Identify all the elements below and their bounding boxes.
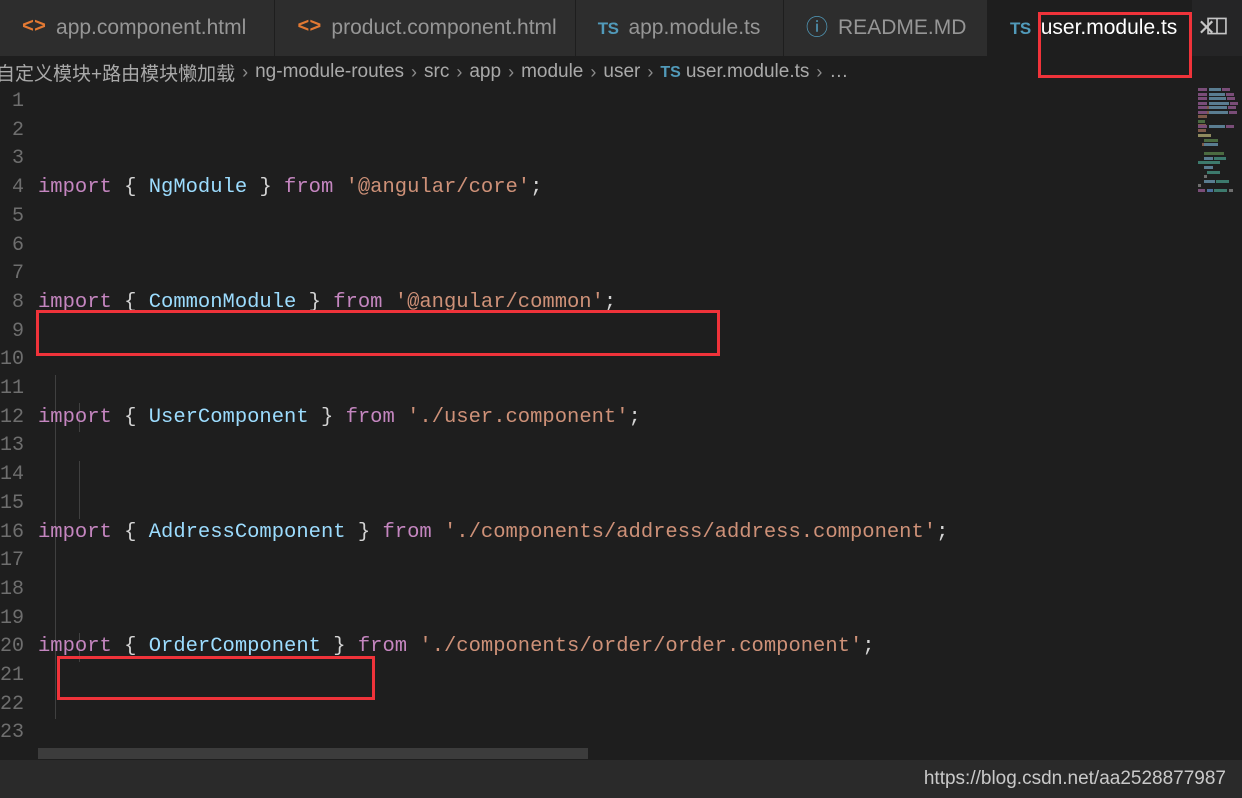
close-icon[interactable]: ✕ xyxy=(1197,17,1215,39)
line-number: 18 xyxy=(0,577,24,601)
minimap-line xyxy=(1198,138,1242,142)
footer-watermark-bar: https://blog.csdn.net/aa2528877987 xyxy=(0,760,1242,798)
tab-app-component-html[interactable]: <> app.component.html xyxy=(0,0,276,56)
line-number: 17 xyxy=(0,549,24,573)
minimap-line xyxy=(1198,88,1242,109)
tab-product-component-html[interactable]: <> product.component.html xyxy=(275,0,576,56)
minimap-content xyxy=(1198,88,1242,194)
line-number: 11 xyxy=(0,377,24,400)
minimap-line xyxy=(1198,175,1242,179)
breadcrumb-item-user[interactable]: user xyxy=(603,61,640,83)
html-tag-icon: <> xyxy=(22,16,47,39)
minimap-line xyxy=(1198,92,1242,114)
breadcrumb-item-overflow[interactable]: … xyxy=(829,61,848,83)
line-number: 6 xyxy=(11,233,24,257)
line-number: 23 xyxy=(0,721,24,745)
breadcrumb-item-project[interactable]: 自定义模块+路由模块懒加载 xyxy=(0,59,235,86)
breadcrumb-separator-icon: › xyxy=(590,61,597,82)
editor-tab-bar: <> app.component.html <> product.compone… xyxy=(0,0,1242,56)
code-line-2: import { CommonModule } from '@angular/c… xyxy=(38,290,617,314)
tab-user-module-ts[interactable]: TS user.module.ts ✕ xyxy=(988,0,1216,56)
code-content[interactable]: import { NgModule } from '@angular/core'… xyxy=(38,88,1242,760)
code-line-1: import { NgModule } from '@angular/core'… xyxy=(38,176,543,200)
breadcrumb-item-label: user.module.ts xyxy=(685,61,810,82)
minimap-line xyxy=(1198,106,1242,128)
line-number: 15 xyxy=(0,491,24,515)
code-line-4: import { AddressComponent } from './comp… xyxy=(38,520,949,544)
line-number: 22 xyxy=(0,692,24,716)
line-number: 10 xyxy=(0,348,24,372)
minimap-line xyxy=(1198,189,1242,193)
breadcrumb-separator-icon: › xyxy=(508,61,515,82)
watermark-url: https://blog.csdn.net/aa2528877987 xyxy=(923,768,1226,789)
breadcrumb-item-src[interactable]: src xyxy=(424,61,449,83)
line-number: 1 xyxy=(11,90,24,113)
minimap-line xyxy=(1198,152,1242,156)
breadcrumb: 自定义模块+路由模块懒加载 › ng-module-routes › src ›… xyxy=(0,56,1242,88)
typescript-icon: TS xyxy=(1010,18,1031,38)
line-number: 16 xyxy=(0,520,24,544)
typescript-icon: TS xyxy=(660,64,681,81)
html-tag-icon: <> xyxy=(297,16,322,39)
code-editor[interactable]: 1 2 3 4 5 6 7 8 9 10 11 12 13 14 15 16 1… xyxy=(0,88,1242,760)
line-number: 21 xyxy=(0,664,24,687)
line-number: 5 xyxy=(11,204,24,228)
vscode-window: <> app.component.html <> product.compone… xyxy=(0,0,1242,798)
minimap-line xyxy=(1198,110,1242,132)
breadcrumb-separator-icon: › xyxy=(456,61,463,82)
minimap-line xyxy=(1198,120,1242,124)
breadcrumb-separator-icon: › xyxy=(647,61,654,82)
line-number: 4 xyxy=(11,176,24,200)
typescript-icon: TS xyxy=(597,18,619,38)
minimap-line xyxy=(1198,184,1242,188)
line-number: 19 xyxy=(0,606,24,630)
line-number: 3 xyxy=(11,147,24,171)
line-number-gutter: 1 2 3 4 5 6 7 8 9 10 11 12 13 14 15 16 1… xyxy=(0,88,30,760)
horizontal-scrollbar[interactable] xyxy=(0,746,1242,760)
breadcrumb-item-app[interactable]: app xyxy=(469,61,501,83)
tab-label: app.module.ts xyxy=(628,16,761,39)
minimap-line xyxy=(1198,156,1242,160)
line-number: 9 xyxy=(11,319,24,343)
line-number: 12 xyxy=(0,405,24,429)
line-number: 13 xyxy=(0,434,24,458)
minimap-line xyxy=(1198,124,1242,146)
minimap-line xyxy=(1198,133,1242,137)
tab-label: app.component.html xyxy=(56,16,247,39)
tab-readme-md[interactable]: ⓘ README.MD xyxy=(784,0,988,56)
breadcrumb-item-module[interactable]: module xyxy=(521,61,583,83)
breadcrumb-separator-icon: › xyxy=(411,61,418,82)
breadcrumb-separator-icon: › xyxy=(242,61,249,82)
minimap[interactable] xyxy=(1190,88,1242,760)
minimap-line xyxy=(1198,143,1242,165)
minimap-line xyxy=(1198,179,1242,183)
tab-label: product.component.html xyxy=(331,16,557,39)
code-line-5: import { OrderComponent } from './compon… xyxy=(38,635,875,659)
line-number: 2 xyxy=(11,118,24,142)
line-number: 8 xyxy=(11,290,24,314)
breadcrumb-item-ng-module-routes[interactable]: ng-module-routes xyxy=(255,61,404,83)
breadcrumb-separator-icon: › xyxy=(816,61,823,82)
minimap-line xyxy=(1198,101,1242,123)
line-number: 14 xyxy=(0,463,24,487)
breadcrumb-item-user-module-ts[interactable]: TS user.module.ts xyxy=(660,61,809,83)
minimap-line xyxy=(1198,170,1242,174)
info-circle-icon: ⓘ xyxy=(806,15,829,40)
minimap-line xyxy=(1198,148,1242,151)
scrollbar-thumb[interactable] xyxy=(38,748,588,759)
line-number: 7 xyxy=(11,262,24,286)
tab-app-module-ts[interactable]: TS app.module.ts xyxy=(575,0,784,56)
tab-label: README.MD xyxy=(838,16,967,39)
minimap-line xyxy=(1198,166,1242,170)
line-number: 20 xyxy=(0,635,24,659)
code-line-3: import { UserComponent } from './user.co… xyxy=(38,405,641,429)
tab-label: user.module.ts xyxy=(1040,16,1178,39)
minimap-line xyxy=(1198,97,1242,119)
